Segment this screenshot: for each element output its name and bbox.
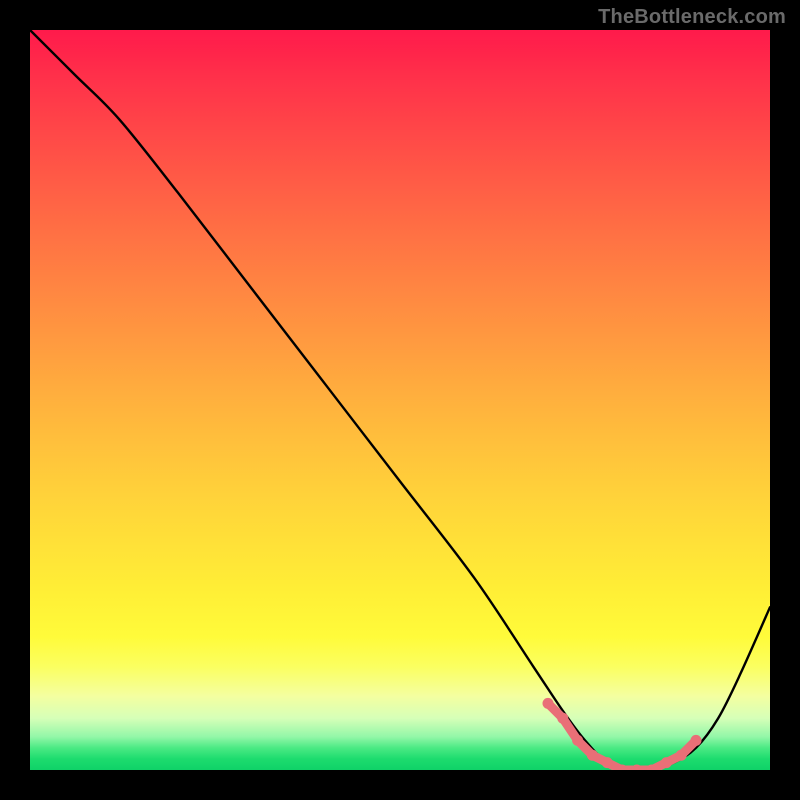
valley-marker [631,765,642,771]
valley-marker [572,735,583,746]
valley-marker [676,750,687,761]
watermark-text: TheBottleneck.com [598,6,786,29]
valley-marker [691,735,702,746]
valley-marker [557,713,568,724]
valley-marker [587,750,598,761]
chart-frame: TheBottleneck.com [0,0,800,800]
plot-area [30,30,770,770]
valley-marker [602,757,613,768]
valley-marker [543,698,554,709]
bottleneck-curve [30,30,770,770]
valley-markers [543,698,702,770]
curve-layer [30,30,770,770]
valley-marker [661,757,672,768]
